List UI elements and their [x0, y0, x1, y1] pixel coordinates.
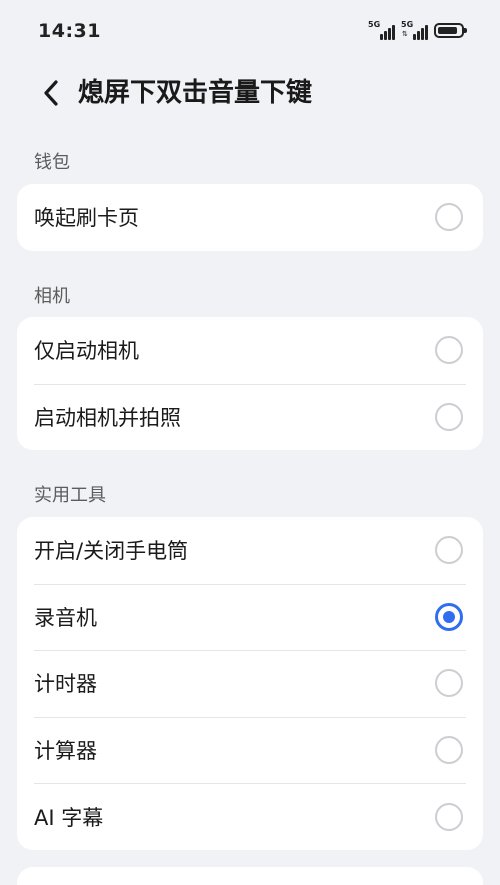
radio-button[interactable] — [435, 736, 463, 765]
status-bar: 14:31 5G 5G ⇅ — [0, 0, 500, 62]
radio-button-selected[interactable] — [435, 602, 463, 631]
page-title: 熄屏下双击音量下键 — [78, 78, 313, 108]
network-type-label: 5G — [368, 20, 381, 29]
status-icons: 5G 5G ⇅ — [368, 20, 467, 40]
section-label-tools: 实用工具 — [34, 485, 106, 506]
radio-button[interactable] — [435, 203, 463, 232]
signal-icon: 5G ⇅ — [401, 20, 428, 40]
radio-button[interactable] — [435, 402, 463, 431]
option-row[interactable]: 计时器 — [17, 650, 483, 717]
option-label: 计算器 — [34, 739, 97, 764]
option-row[interactable]: 开启/关闭手电筒 — [17, 517, 483, 584]
screen: 14:31 5G 5G ⇅ 熄屏下双击音量下键 钱包 唤起刷卡页 相机 仅启动相… — [0, 0, 500, 885]
header: 熄屏下双击音量下键 — [0, 62, 500, 126]
camera-options-card: 仅启动相机 启动相机并拍照 — [17, 317, 483, 451]
radio-button[interactable] — [435, 536, 463, 565]
option-label: 录音机 — [34, 605, 97, 630]
option-label: 计时器 — [34, 672, 97, 697]
option-row[interactable]: 唤起刷卡页 — [17, 184, 483, 251]
chevron-left-icon — [44, 80, 58, 106]
option-label: 开启/关闭手电筒 — [34, 539, 189, 564]
section-label-camera: 相机 — [34, 286, 70, 307]
option-label: 唤起刷卡页 — [34, 206, 139, 231]
option-row[interactable]: 启动相机并拍照 — [17, 383, 483, 451]
option-row[interactable]: 计算器 — [17, 716, 483, 784]
back-button[interactable] — [34, 76, 68, 110]
radio-button[interactable] — [435, 669, 463, 698]
option-row[interactable]: 仅启动相机 — [17, 317, 483, 384]
signal-icon: 5G — [368, 20, 395, 40]
option-row[interactable]: AI 字幕 — [17, 783, 483, 850]
option-label: 启动相机并拍照 — [34, 405, 181, 430]
option-row[interactable]: 录音机 — [17, 583, 483, 651]
wallet-options-card: 唤起刷卡页 — [17, 184, 483, 251]
status-time: 14:31 — [38, 20, 101, 42]
next-card-partial — [17, 867, 483, 885]
option-label: AI 字幕 — [34, 805, 104, 830]
network-type-label: 5G — [401, 20, 414, 29]
option-label: 仅启动相机 — [34, 339, 139, 364]
section-label-wallet: 钱包 — [34, 152, 70, 173]
radio-button[interactable] — [435, 336, 463, 365]
radio-button[interactable] — [435, 802, 463, 831]
tools-options-card: 开启/关闭手电筒 录音机 计时器 计算器 AI 字幕 — [17, 517, 483, 850]
battery-icon — [434, 23, 467, 38]
